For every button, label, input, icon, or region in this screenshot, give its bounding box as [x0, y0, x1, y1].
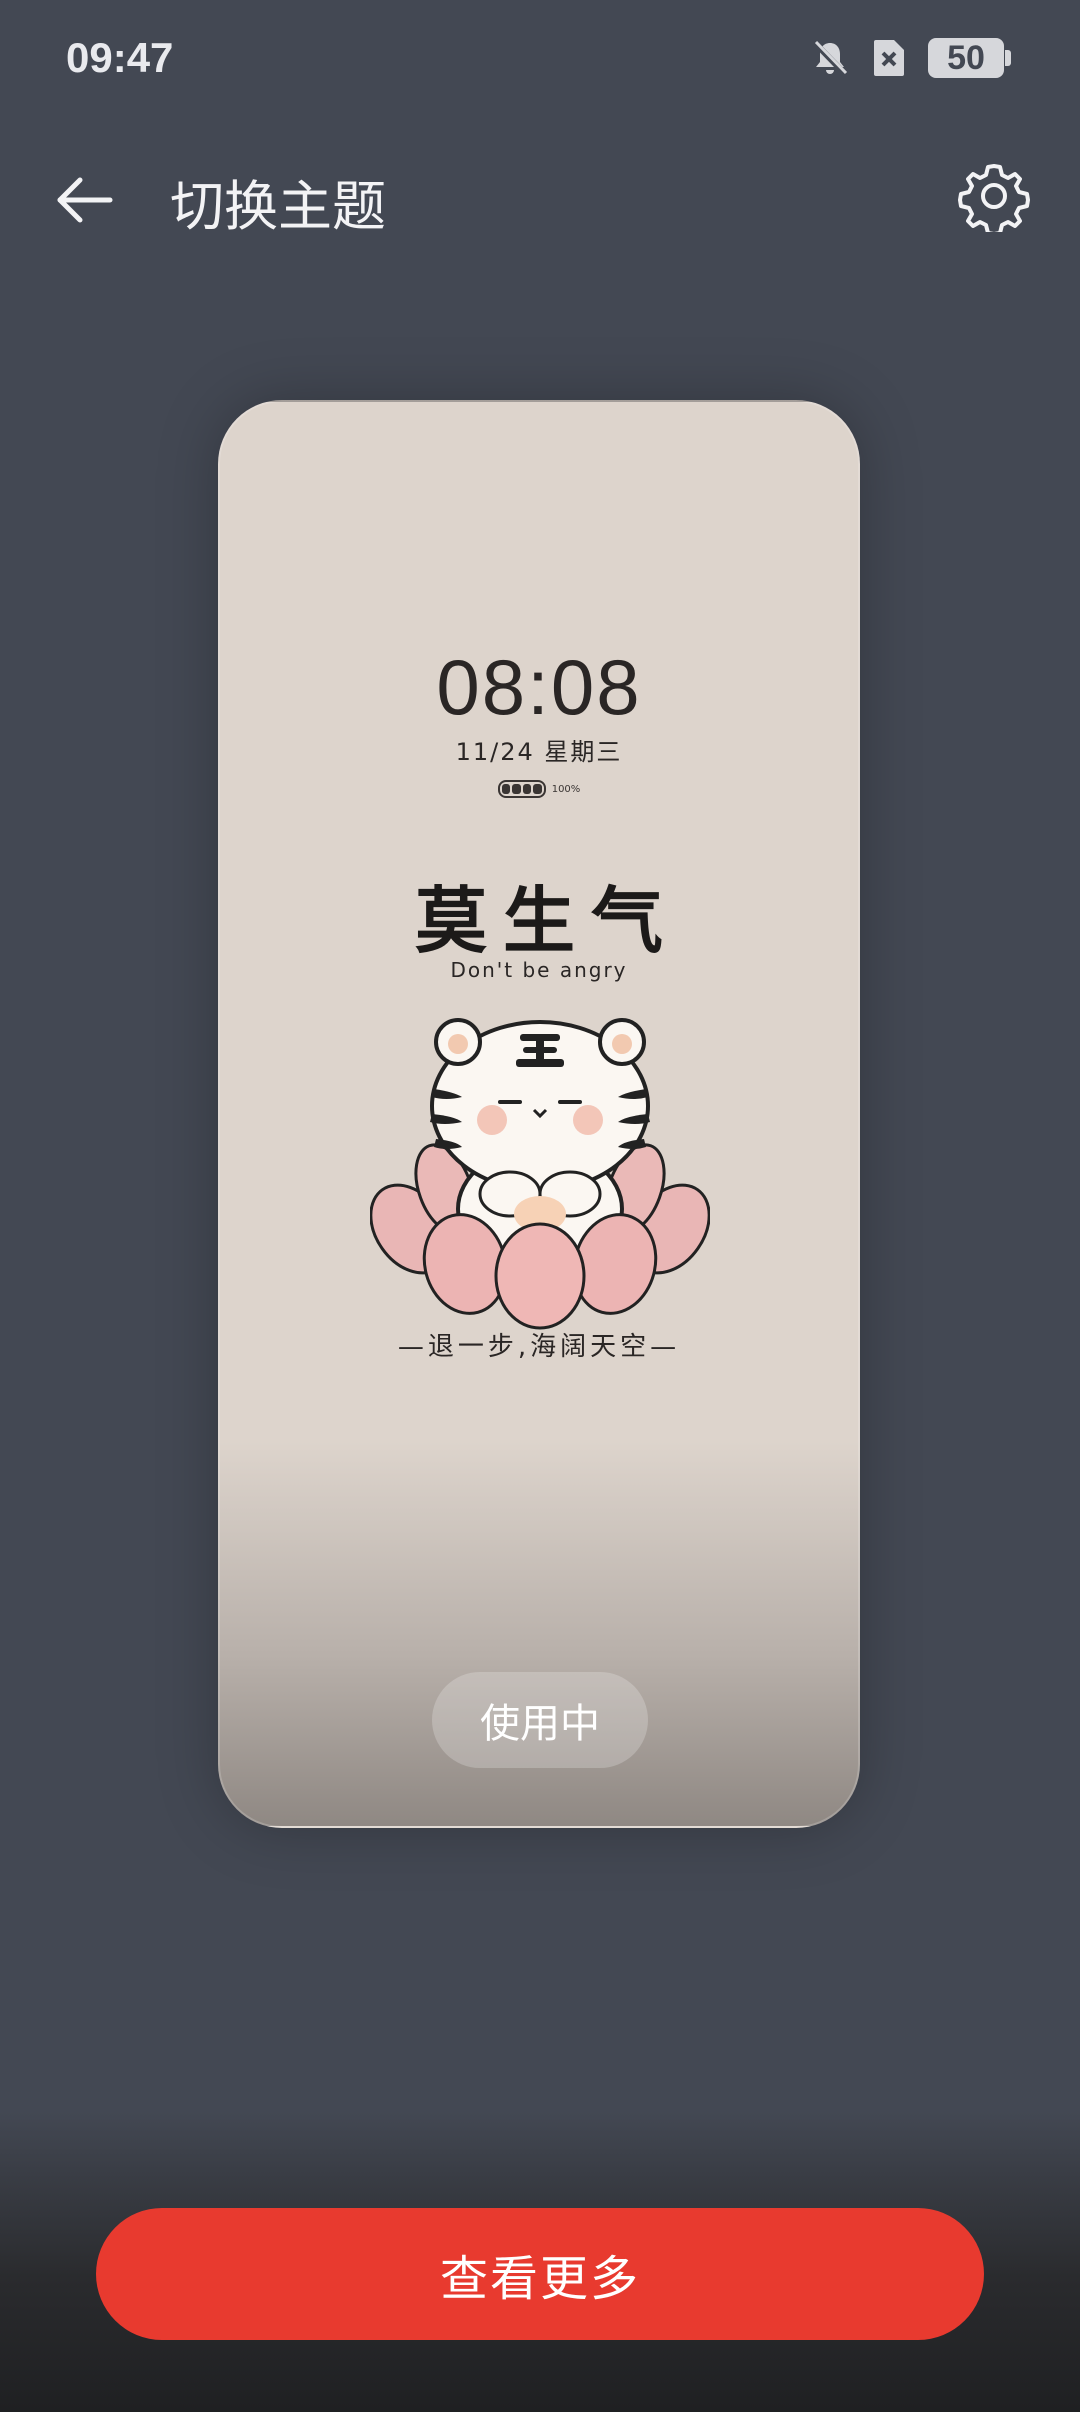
- app-header: 切换主题: [0, 140, 1080, 260]
- battery-percent: 100%: [551, 783, 581, 795]
- settings-button[interactable]: [958, 160, 1030, 236]
- bell-muted-icon: [810, 38, 850, 78]
- tiger-on-lotus-illustration: [370, 1018, 710, 1330]
- back-button[interactable]: [52, 168, 116, 232]
- page-title: 切换主题: [170, 175, 386, 238]
- status-bar: 09:47 50: [0, 0, 1080, 120]
- view-more-button[interactable]: 查看更多: [96, 2208, 984, 2340]
- gear-icon: [958, 164, 1030, 236]
- status-time: 09:47: [66, 34, 174, 81]
- mini-battery-icon: [497, 780, 546, 798]
- lockscreen-date: 11/24 星期三: [455, 738, 623, 766]
- battery-icon: 50: [928, 38, 1011, 78]
- theme-preview-card[interactable]: 08:08 11/24 星期三 100% 莫生气 Don't be angry: [218, 400, 860, 1828]
- arrow-left-icon: [57, 177, 113, 223]
- in-use-button[interactable]: 使用中: [432, 1672, 648, 1768]
- status-icons: 50: [810, 38, 1011, 78]
- tagline: —退一步,海阔天空—: [397, 1332, 681, 1362]
- slogan-chinese: 莫生气: [414, 879, 679, 963]
- sim-absent-icon: [872, 38, 906, 78]
- slogan-english: Don't be angry: [450, 958, 628, 982]
- lockscreen-time: 08:08: [436, 643, 642, 731]
- lockscreen-battery: 100%: [220, 780, 858, 798]
